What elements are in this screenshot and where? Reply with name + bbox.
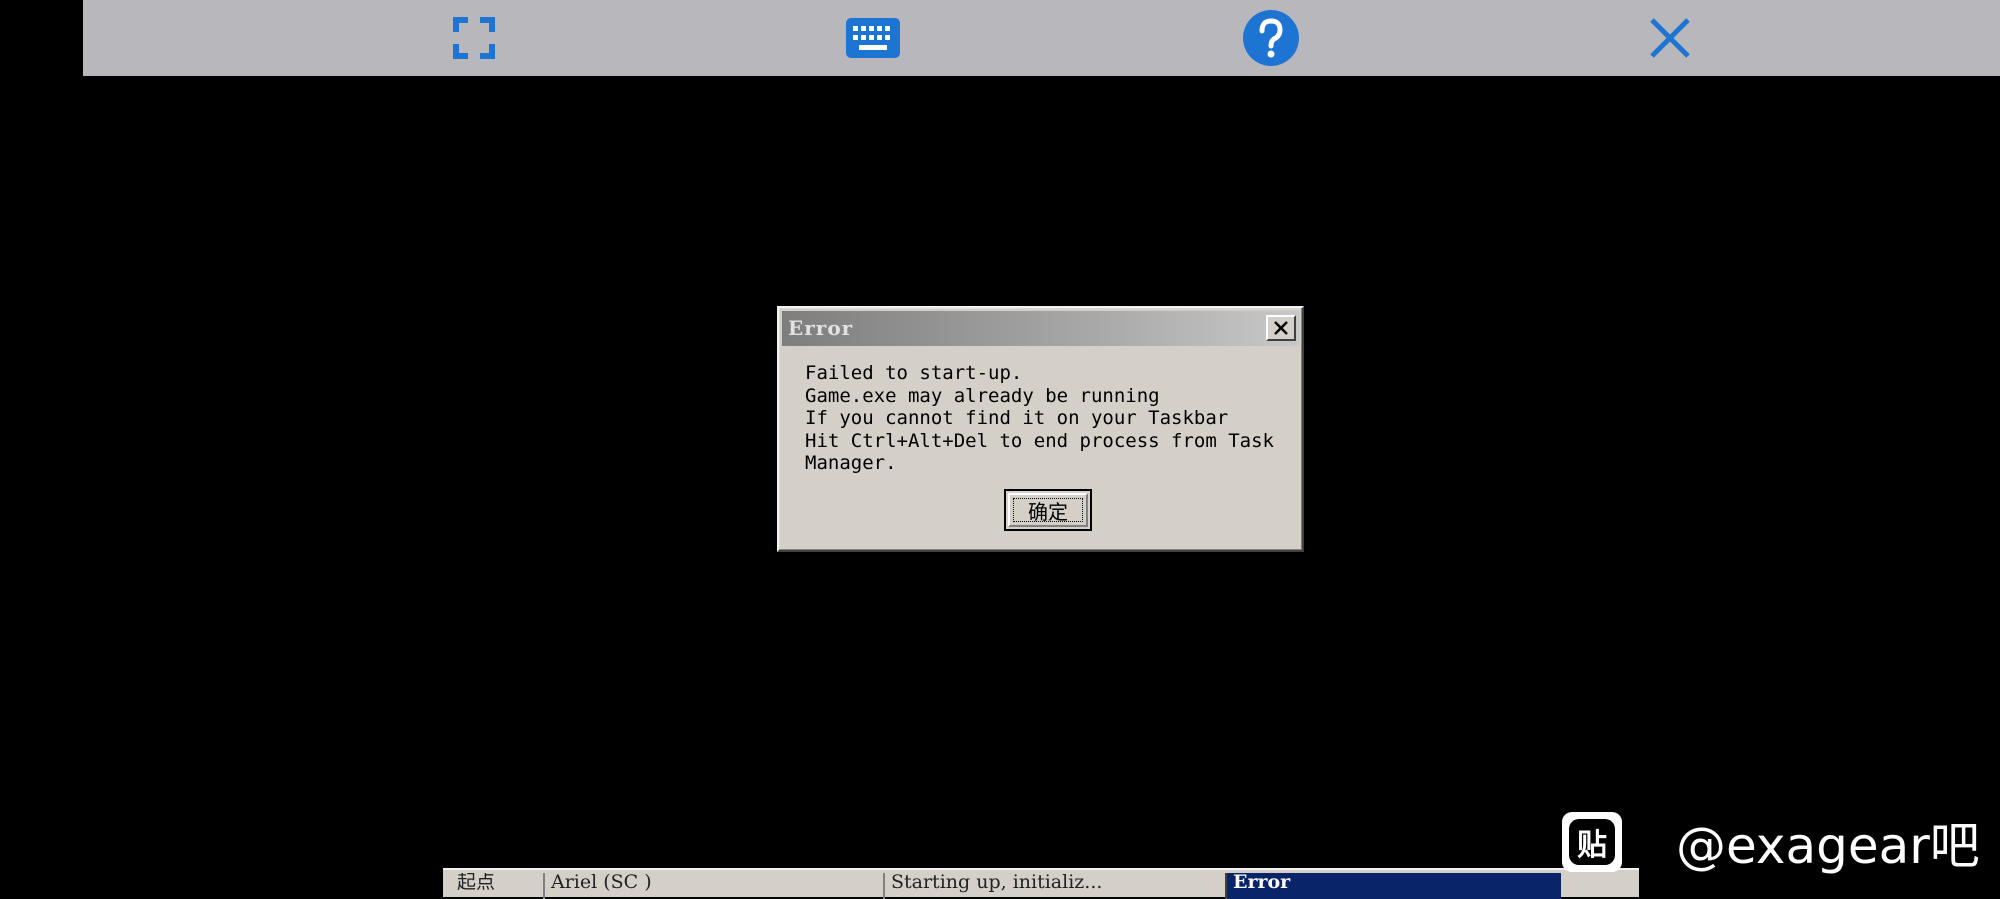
taskbar-item-starting-up[interactable]: Starting up, initializ... (883, 873, 1223, 899)
error-dialog: Error Failed to start-up. Game.exe may al… (777, 306, 1304, 552)
fullscreen-button[interactable] (443, 8, 505, 68)
start-button-label: 起点 (457, 873, 496, 893)
dialog-title: Error (788, 316, 854, 340)
keyboard-button[interactable] (842, 8, 904, 68)
taskbar-item-label: Error (1233, 873, 1291, 893)
tieba-logo-char: 贴 (1569, 819, 1615, 865)
tieba-logo-icon: 贴 (1562, 812, 1622, 872)
fullscreen-icon (453, 17, 495, 59)
taskbar: 起点 Ariel (SC ) Starting up, initializ...… (443, 868, 1639, 899)
dialog-title-bar[interactable]: Error (782, 311, 1299, 346)
taskbar-item-label: Ariel (SC ) (551, 873, 652, 893)
taskbar-item-ariel[interactable]: Ariel (SC ) (543, 873, 883, 899)
taskbar-item-error[interactable]: Error (1225, 873, 1561, 899)
message-line: Game.exe may already be running (805, 384, 1160, 407)
dialog-message: Failed to start-up. Game.exe may already … (805, 362, 1285, 475)
help-icon (1243, 10, 1299, 66)
watermark-text: @exagear吧 (1676, 817, 1980, 875)
message-line: Manager. (805, 452, 897, 474)
keyboard-icon (846, 18, 900, 58)
watermark: 贴 @exagear吧 (1562, 812, 1980, 875)
message-line: Failed to start-up. (805, 362, 1023, 384)
start-button[interactable]: 起点 (451, 873, 549, 899)
close-x-icon (1274, 321, 1288, 335)
top-toolbar (83, 0, 2000, 76)
close-icon (1650, 18, 1690, 58)
ok-button[interactable]: 确定 (1004, 489, 1092, 531)
ok-button-label: 确定 (1028, 499, 1068, 524)
close-toolbar-button[interactable] (1639, 8, 1701, 68)
dialog-close-button[interactable] (1266, 315, 1296, 341)
help-button[interactable] (1240, 8, 1302, 68)
message-line: If you cannot find it on your Taskbar (805, 407, 1229, 429)
taskbar-item-label: Starting up, initializ... (891, 873, 1103, 893)
message-line: Hit Ctrl+Alt+Del to end process from Tas… (805, 429, 1274, 452)
